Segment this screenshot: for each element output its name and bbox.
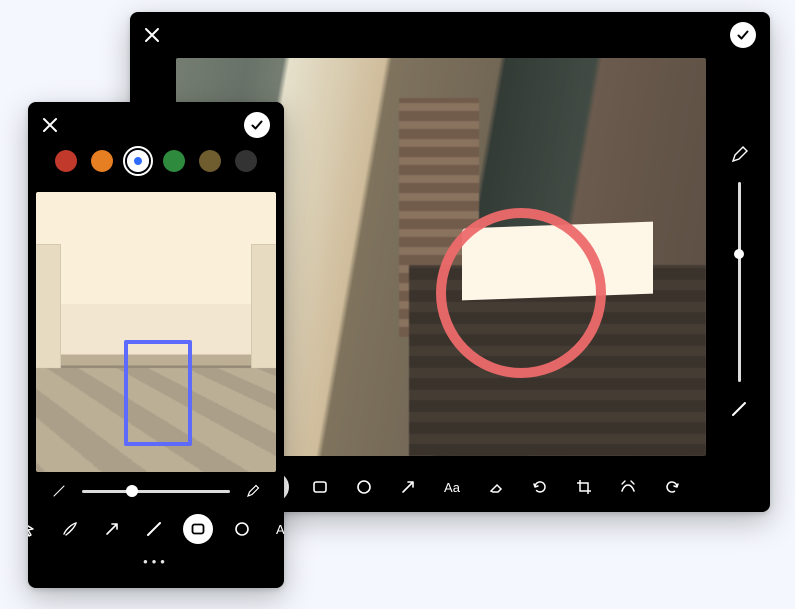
stroke-width-slider[interactable] <box>738 182 741 382</box>
tool-crop[interactable] <box>571 474 597 500</box>
tool-line[interactable] <box>141 516 167 542</box>
stroke-width-slider[interactable] <box>82 490 230 493</box>
tool-arrow[interactable] <box>99 516 125 542</box>
color-swatches <box>28 146 284 182</box>
line-thin-icon <box>46 478 72 504</box>
tool-rotate[interactable] <box>527 474 553 500</box>
tool-curve[interactable] <box>615 474 641 500</box>
close-icon[interactable] <box>144 27 160 43</box>
accept-button[interactable] <box>730 22 756 48</box>
tool-text[interactable]: Aa <box>439 474 465 500</box>
tool-rect[interactable] <box>307 474 333 500</box>
topbar <box>28 102 284 146</box>
tool-rect[interactable] <box>183 514 213 544</box>
tool-eraser[interactable] <box>483 474 509 500</box>
pencil-icon <box>726 142 752 168</box>
swatch-green[interactable] <box>163 150 185 172</box>
topbar <box>130 12 770 56</box>
pencil-icon <box>240 478 266 504</box>
swatch-olive[interactable] <box>199 150 221 172</box>
swatch-white[interactable] <box>127 150 149 172</box>
line-icon <box>726 396 752 422</box>
swatch-red[interactable] <box>55 150 77 172</box>
bottom-bar: Aa ••• <box>28 466 284 588</box>
tool-circle[interactable] <box>351 474 377 500</box>
tool-text[interactable]: Aa <box>271 516 284 542</box>
canvas[interactable] <box>36 192 276 472</box>
selection-rect[interactable] <box>124 340 192 446</box>
tool-brush[interactable] <box>57 516 83 542</box>
close-icon[interactable] <box>42 117 58 133</box>
tool-circle[interactable] <box>229 516 255 542</box>
more-button[interactable]: ••• <box>143 554 169 569</box>
toolbar: Aa <box>28 514 284 544</box>
tool-arrow[interactable] <box>395 474 421 500</box>
swatch-orange[interactable] <box>91 150 113 172</box>
accept-button[interactable] <box>244 112 270 138</box>
annotation-circle[interactable] <box>436 208 606 378</box>
tool-undo[interactable] <box>659 474 685 500</box>
stroke-width-row <box>46 478 266 504</box>
stroke-width-rail <box>722 142 756 422</box>
tool-pointer[interactable] <box>28 516 41 542</box>
editor-panel-mobile: Aa ••• <box>28 102 284 588</box>
swatch-gray[interactable] <box>235 150 257 172</box>
